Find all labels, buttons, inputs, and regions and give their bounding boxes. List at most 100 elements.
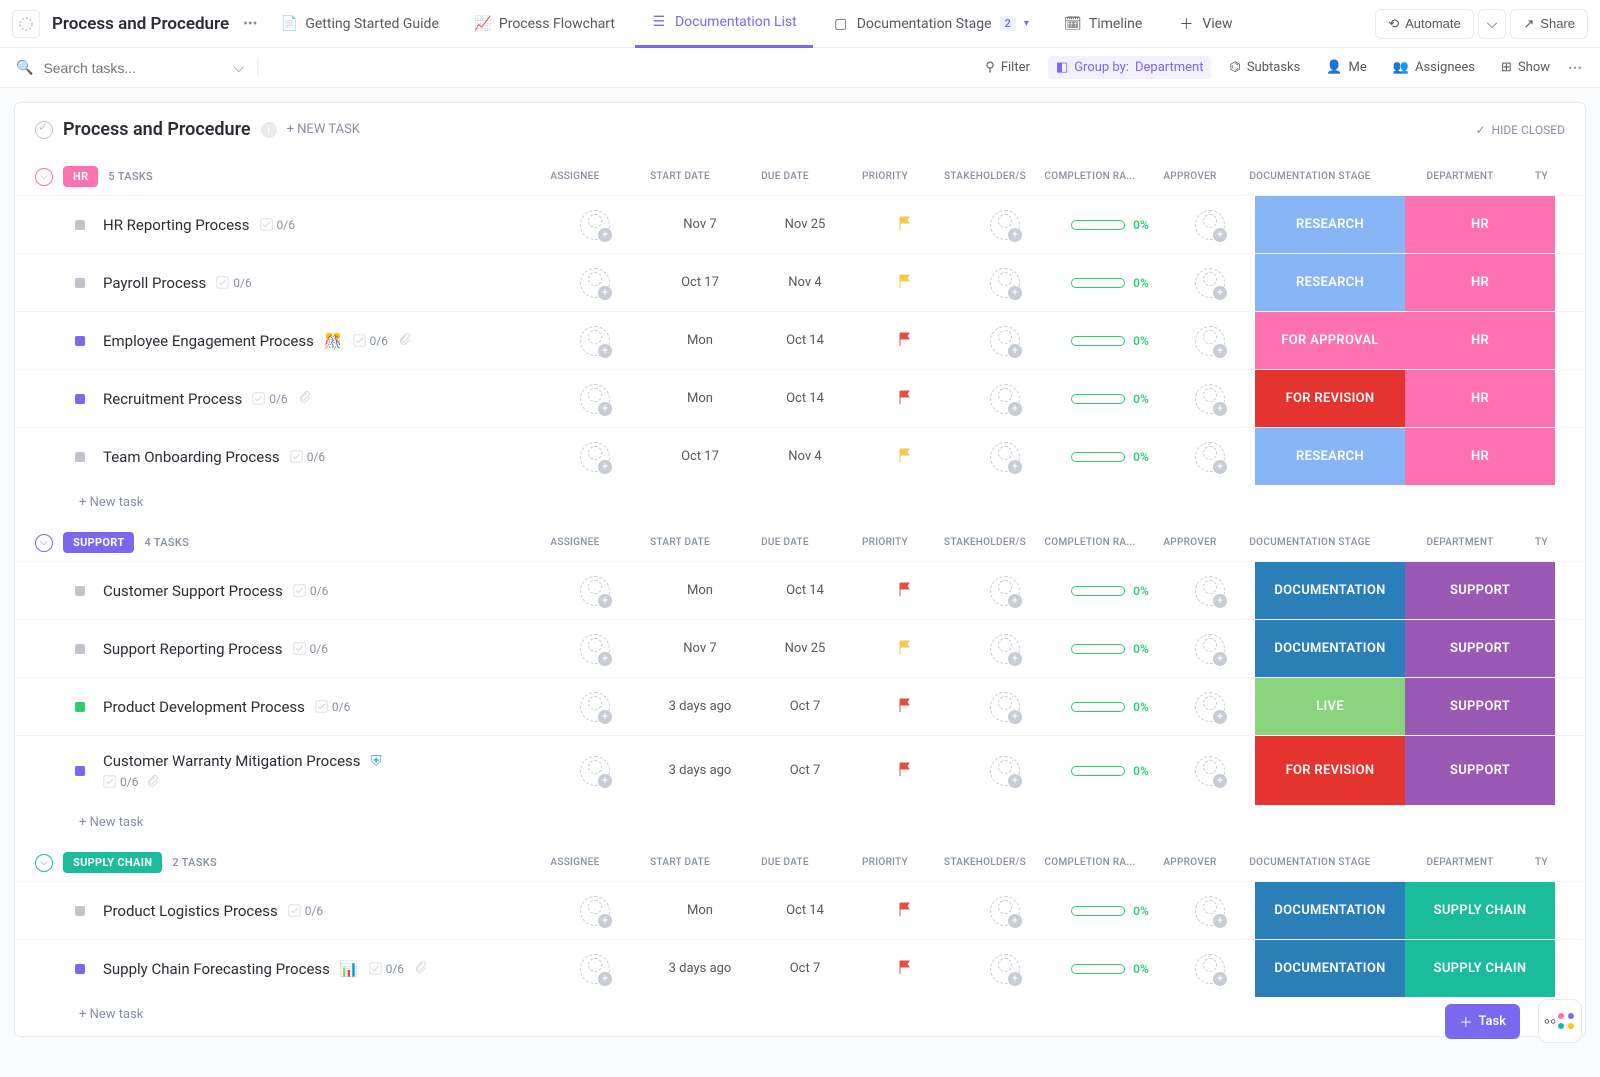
status-square[interactable] <box>75 964 85 974</box>
due-date[interactable]: Nov 25 <box>785 641 826 656</box>
completion-progress[interactable]: 0% <box>1071 218 1149 232</box>
col-start-date[interactable]: START DATE <box>625 537 735 548</box>
approver-add[interactable] <box>1195 442 1225 472</box>
department-cell[interactable]: HR <box>1405 428 1555 485</box>
attachment-icon[interactable] <box>146 774 159 790</box>
new-task-button[interactable]: + NEW TASK <box>287 122 360 137</box>
tab-timeline[interactable]: 🗓 Timeline <box>1049 0 1158 48</box>
attachment-icon[interactable] <box>398 332 411 349</box>
col-priority[interactable]: PRIORITY <box>835 171 935 182</box>
subtask-count[interactable]: 0/6 <box>252 392 287 406</box>
stage-cell[interactable]: DOCUMENTATION <box>1255 940 1405 997</box>
task-name[interactable]: Supply Chain Forecasting Process <box>103 960 330 978</box>
approver-add[interactable] <box>1195 634 1225 664</box>
department-cell[interactable]: HR <box>1405 196 1555 253</box>
tab-documentation-stage[interactable]: ▢ Documentation Stage 2 ▾ <box>817 0 1045 48</box>
assignee-add[interactable] <box>580 384 610 414</box>
group-name-pill[interactable]: HR <box>63 166 98 187</box>
stage-cell[interactable]: FOR APPROVAL <box>1255 312 1405 369</box>
assignee-add[interactable] <box>580 326 610 356</box>
tab-documentation-list[interactable]: ☰ Documentation List <box>635 0 813 48</box>
status-square[interactable] <box>75 278 85 288</box>
subtask-count[interactable]: 0/6 <box>290 450 325 464</box>
col-priority[interactable]: PRIORITY <box>835 857 935 868</box>
task-row[interactable]: Product Logistics Process 0/6 Mon Oct 14… <box>15 881 1585 939</box>
group-collapse-icon[interactable]: ⌵ <box>35 168 53 186</box>
due-date[interactable]: Nov 4 <box>788 275 821 290</box>
col-completion[interactable]: COMPLETION RA... <box>1035 537 1145 548</box>
attachment-icon[interactable] <box>298 390 311 407</box>
approver-add[interactable] <box>1195 268 1225 298</box>
workspace-menu-icon[interactable]: ••• <box>239 12 261 36</box>
tab-add-view[interactable]: ＋ View <box>1162 0 1248 48</box>
assignee-add[interactable] <box>580 954 610 984</box>
new-task-row[interactable]: + New task <box>15 485 1585 514</box>
status-square[interactable] <box>75 702 85 712</box>
group-name-pill[interactable]: SUPPORT <box>63 532 134 553</box>
group-collapse-icon[interactable]: ⌵ <box>35 854 53 872</box>
task-name[interactable]: Payroll Process <box>103 274 206 292</box>
task-name[interactable]: Product Development Process <box>103 698 305 716</box>
toolbar-more-icon[interactable]: ⋯ <box>1568 60 1584 76</box>
assignee-add[interactable] <box>580 268 610 298</box>
stage-cell[interactable]: DOCUMENTATION <box>1255 882 1405 939</box>
task-row[interactable]: Team Onboarding Process 0/6 Oct 17 Nov 4… <box>15 427 1585 485</box>
task-row[interactable]: Customer Support Process 0/6 Mon Oct 14 … <box>15 561 1585 619</box>
col-assignee[interactable]: ASSIGNEE <box>525 171 625 182</box>
department-cell[interactable]: SUPPORT <box>1405 678 1555 735</box>
task-row[interactable]: Supply Chain Forecasting Process 📊 0/6 3… <box>15 939 1585 997</box>
completion-progress[interactable]: 0% <box>1071 764 1149 778</box>
due-date[interactable]: Oct 7 <box>790 699 821 714</box>
task-name[interactable]: Customer Support Process <box>103 582 283 600</box>
priority-flag-icon[interactable] <box>897 331 913 351</box>
workspace-icon[interactable] <box>12 10 40 38</box>
task-name[interactable]: Team Onboarding Process <box>103 448 280 466</box>
subtasks-button[interactable]: ⌬Subtasks <box>1221 56 1308 79</box>
assignee-add[interactable] <box>580 442 610 472</box>
status-square[interactable] <box>75 452 85 462</box>
priority-flag-icon[interactable] <box>897 761 913 781</box>
task-row[interactable]: Support Reporting Process 0/6 Nov 7 Nov … <box>15 619 1585 677</box>
status-square[interactable] <box>75 394 85 404</box>
department-cell[interactable]: SUPPORT <box>1405 620 1555 677</box>
col-assignee[interactable]: ASSIGNEE <box>525 537 625 548</box>
task-row[interactable]: Recruitment Process 0/6 Mon Oct 14 0% FO… <box>15 369 1585 427</box>
stage-cell[interactable]: RESEARCH <box>1255 196 1405 253</box>
col-stage[interactable]: DOCUMENTATION STAGE <box>1235 171 1385 182</box>
start-date[interactable]: Oct 17 <box>681 275 719 290</box>
subtask-count[interactable]: 0/6 <box>293 584 328 598</box>
col-completion[interactable]: COMPLETION RA... <box>1035 171 1145 182</box>
subtask-count[interactable]: 0/6 <box>369 962 404 976</box>
completion-progress[interactable]: 0% <box>1071 392 1149 406</box>
col-priority[interactable]: PRIORITY <box>835 537 935 548</box>
due-date[interactable]: Oct 14 <box>786 583 824 598</box>
col-due-date[interactable]: DUE DATE <box>735 857 835 868</box>
attachment-icon[interactable] <box>414 960 427 977</box>
approver-add[interactable] <box>1195 692 1225 722</box>
me-button[interactable]: 👤Me <box>1318 56 1374 79</box>
stakeholder-add[interactable] <box>990 756 1020 786</box>
status-square[interactable] <box>75 906 85 916</box>
col-ty[interactable]: TY <box>1535 857 1565 868</box>
groupby-button[interactable]: ◧ Group by: Department <box>1048 56 1212 79</box>
stakeholder-add[interactable] <box>990 384 1020 414</box>
col-department[interactable]: DEPARTMENT <box>1385 171 1535 182</box>
search-dropdown-icon[interactable]: ⌵ <box>233 60 244 76</box>
col-department[interactable]: DEPARTMENT <box>1385 537 1535 548</box>
due-date[interactable]: Oct 7 <box>790 763 821 778</box>
department-cell[interactable]: SUPPORT <box>1405 736 1555 805</box>
completion-progress[interactable]: 0% <box>1071 334 1149 348</box>
priority-flag-icon[interactable] <box>897 389 913 409</box>
stage-cell[interactable]: LIVE <box>1255 678 1405 735</box>
task-name[interactable]: Employee Engagement Process <box>103 332 314 350</box>
assignee-add[interactable] <box>580 896 610 926</box>
col-stakeholders[interactable]: STAKEHOLDER/S <box>935 537 1035 548</box>
completion-progress[interactable]: 0% <box>1071 584 1149 598</box>
col-stage[interactable]: DOCUMENTATION STAGE <box>1235 537 1385 548</box>
completion-progress[interactable]: 0% <box>1071 904 1149 918</box>
approver-add[interactable] <box>1195 210 1225 240</box>
subtask-count[interactable]: 0/6 <box>216 276 251 290</box>
start-date[interactable]: 3 days ago <box>669 961 732 976</box>
department-cell[interactable]: HR <box>1405 254 1555 311</box>
task-name[interactable]: Recruitment Process <box>103 390 242 408</box>
